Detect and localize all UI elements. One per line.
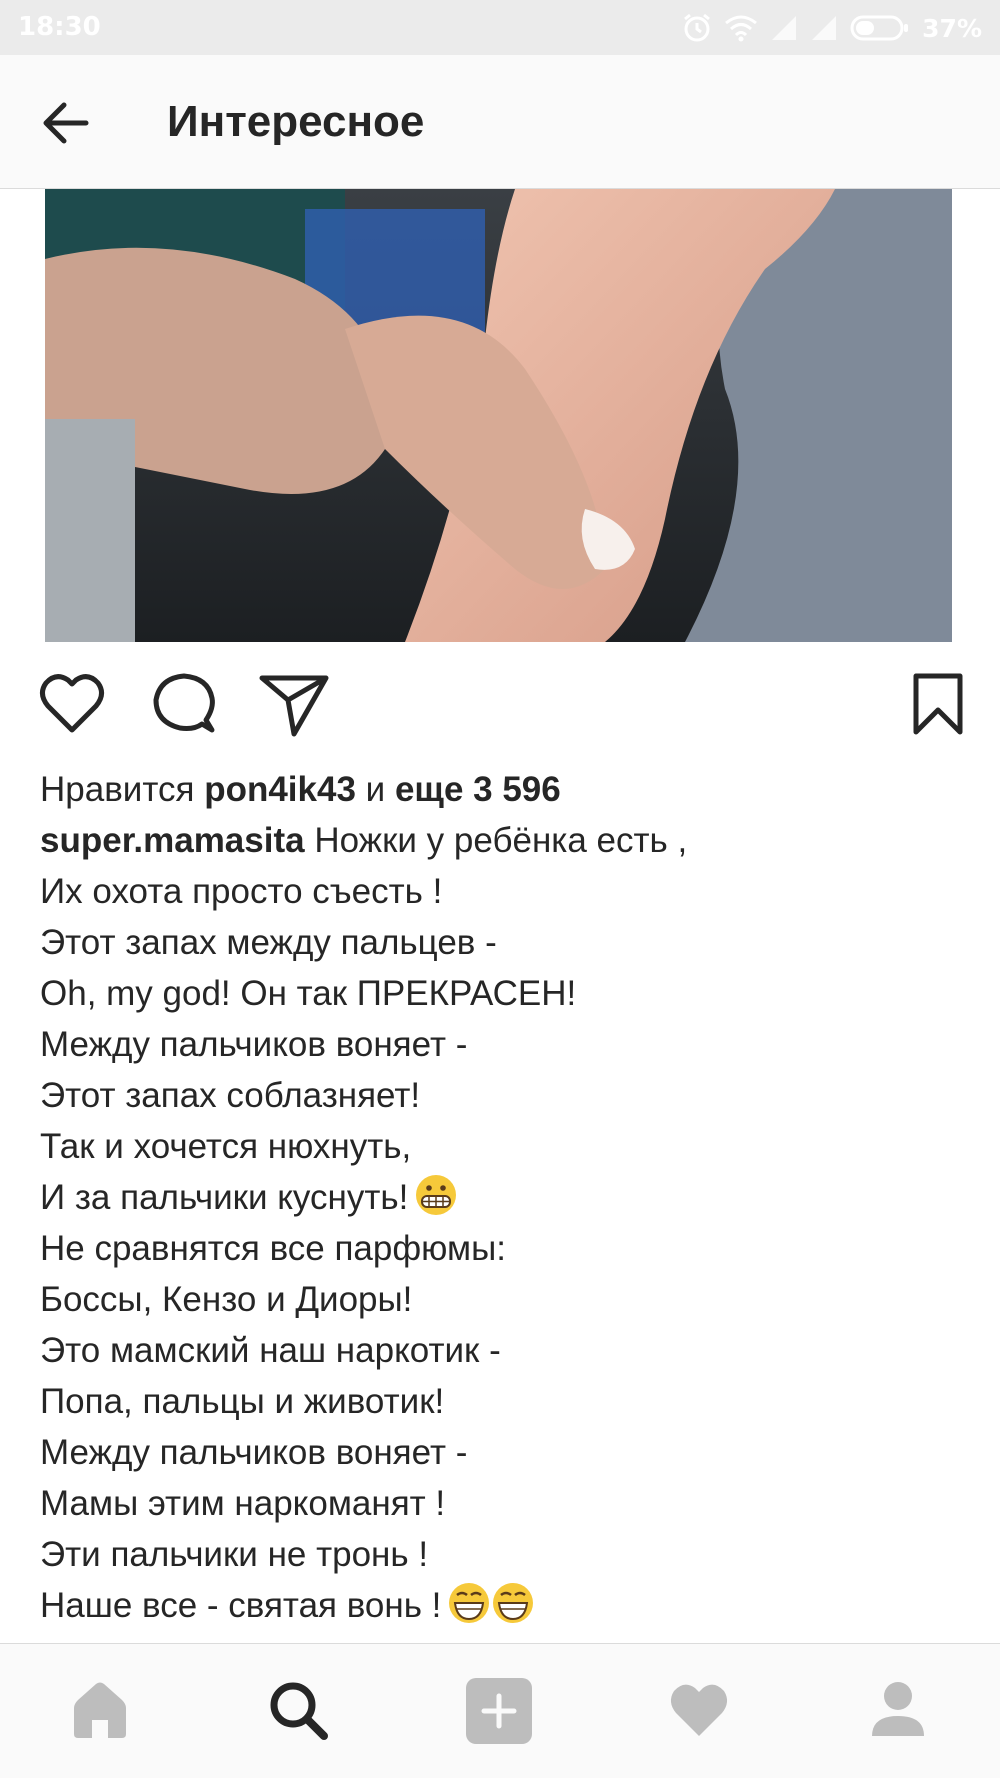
bookmark-icon [913, 673, 963, 735]
post-actions [0, 670, 1000, 750]
grinning-face-icon [493, 1583, 534, 1623]
caption-line: Мамы этим наркоманят ! [40, 1484, 446, 1523]
nav-activity[interactable] [667, 1678, 731, 1742]
caption-line: Не сравнятся все парфюмы: [40, 1229, 506, 1268]
caption-line-with-emoji: И за пальчики куснуть! [40, 1172, 960, 1223]
caption-line: Это мамский наш наркотик - [40, 1331, 501, 1370]
nav-search[interactable] [266, 1678, 330, 1742]
caption-line: Так и хочется нюхнуть, [40, 1127, 412, 1166]
share-button[interactable] [258, 670, 330, 743]
wifi-icon [725, 15, 758, 42]
add-post-icon [466, 1678, 532, 1744]
caption-line: Боссы, Кензо и Диоры! [40, 1280, 413, 1319]
comment-icon [153, 673, 215, 733]
grinning-face-icon [449, 1583, 490, 1623]
caption-line: Oh, my god! Он так ПРЕКРАСЕН! [40, 974, 577, 1013]
caption-line: Между пальчиков воняет - [40, 1025, 468, 1064]
caption-line: Попа, пальцы и животик! [40, 1382, 445, 1421]
status-icons: 37% [682, 10, 982, 46]
caption-line-with-emoji: Наше все - святая вонь ! [40, 1580, 960, 1631]
likes-line: Нравится pon4ik43 и еще 3 596 [40, 764, 960, 815]
caption-text: Ножки у ребёнка есть , [314, 821, 688, 860]
heart-icon [40, 674, 104, 733]
likes-count[interactable]: еще 3 596 [395, 770, 561, 809]
caption-line: Этот запах между пальцев - [40, 923, 497, 962]
home-icon [74, 1682, 126, 1738]
post-image [45, 189, 952, 642]
comment-button[interactable] [150, 670, 218, 743]
alarm-icon [684, 13, 711, 42]
nav-profile[interactable] [866, 1678, 930, 1742]
status-time: 18:30 [18, 12, 101, 42]
nav-home[interactable] [68, 1678, 132, 1742]
grimacing-face-icon [416, 1175, 457, 1215]
signal-icon [772, 16, 797, 40]
search-icon [270, 1682, 328, 1740]
app-header: Интересное [0, 55, 1000, 189]
author-username[interactable]: super.mamasita [40, 821, 305, 860]
likes-prefix: Нравится [40, 770, 195, 809]
post-photo[interactable] [45, 189, 952, 642]
signal-icon [812, 16, 837, 40]
profile-icon [872, 1682, 924, 1736]
caption-line: Этот запах соблазняет! [40, 1076, 421, 1115]
bottom-navigation [0, 1643, 1000, 1778]
heart-icon [670, 1684, 728, 1736]
caption-line: Наше все - святая вонь ! [40, 1586, 442, 1625]
like-button[interactable] [38, 670, 106, 743]
back-button[interactable] [36, 93, 96, 153]
post-caption: Нравится pon4ik43 и еще 3 596 super.mama… [40, 764, 960, 1631]
caption-first-line: super.mamasita Ножки у ребёнка есть , [40, 815, 960, 866]
send-icon [259, 675, 329, 737]
caption-line: Между пальчиков воняет - [40, 1433, 468, 1472]
battery-percent: 37% [922, 13, 982, 43]
caption-line: Их охота просто съесть ! [40, 872, 443, 911]
arrow-left-icon [43, 102, 89, 144]
status-bar: 18:30 37% [0, 0, 1000, 55]
page-title: Интересное [167, 97, 425, 146]
liker-username[interactable]: pon4ik43 [204, 770, 356, 809]
caption-line: Эти пальчики не тронь ! [40, 1535, 429, 1574]
battery-icon [850, 15, 909, 41]
nav-new-post[interactable] [466, 1678, 532, 1744]
caption-line: И за пальчики куснуть! [40, 1178, 409, 1217]
save-button[interactable] [910, 670, 966, 743]
likes-conjunction: и [365, 770, 386, 809]
